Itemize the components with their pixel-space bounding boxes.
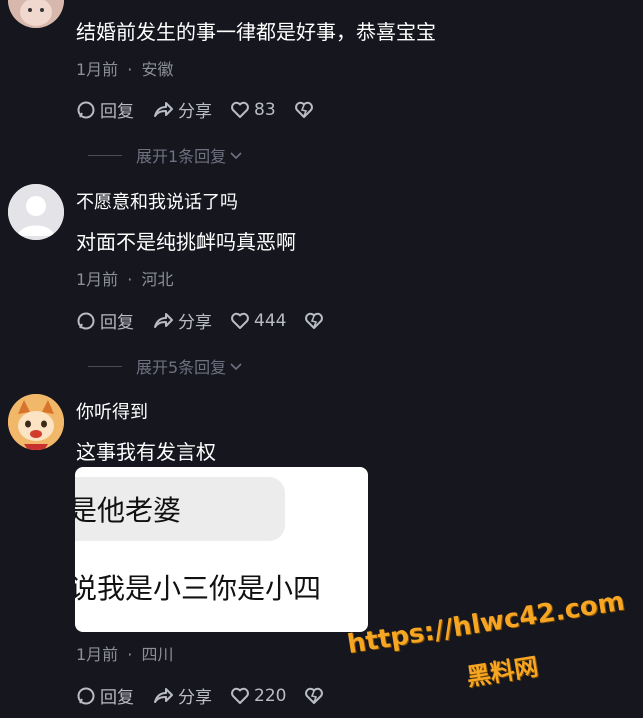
share-label: 分享 <box>178 313 212 333</box>
meta-separator: · <box>127 645 133 664</box>
comment-actions: 回复 分享 220 <box>76 683 346 708</box>
reply-label: 回复 <box>100 313 134 333</box>
comment-icon <box>77 312 95 329</box>
dislike-heart-icon <box>294 101 313 118</box>
share-button[interactable]: 分享 <box>152 97 212 122</box>
comment-meta: 1月前 · 河北 <box>76 266 173 290</box>
comment-location: 安徽 <box>141 60 174 79</box>
share-icon <box>154 687 173 703</box>
share-icon <box>154 312 173 328</box>
dislike-heart-icon <box>305 687 324 704</box>
comment-icon <box>77 101 95 118</box>
reply-button[interactable]: 回复 <box>76 683 134 708</box>
comment-text: 结婚前发生的事一律都是好事，恭喜宝宝 <box>76 20 436 44</box>
expand-replies-button[interactable]: 展开1条回复 <box>88 143 244 167</box>
comment-text: 这事我有发言权 <box>76 440 216 464</box>
dislike-button[interactable] <box>304 686 328 706</box>
share-label: 分享 <box>178 688 212 708</box>
avatar-comment-2[interactable] <box>8 184 64 240</box>
share-label: 分享 <box>178 102 212 122</box>
like-count: 444 <box>254 310 287 331</box>
heart-icon <box>231 312 249 329</box>
comment-username[interactable]: 你听得到 <box>76 398 148 424</box>
reply-label: 回复 <box>100 688 134 708</box>
comment-actions: 回复 分享 83 <box>76 97 336 122</box>
share-button[interactable]: 分享 <box>152 308 212 333</box>
comment-image[interactable]: 是他老婆 说我是小三你是小四 <box>75 467 368 632</box>
like-button[interactable]: 83 <box>230 100 276 120</box>
cartoon-cat-avatar-icon <box>8 394 64 450</box>
dislike-heart-icon <box>305 312 324 329</box>
avatar-comment-1[interactable] <box>8 0 64 28</box>
divider-line <box>88 154 122 156</box>
reply-button[interactable]: 回复 <box>76 308 134 333</box>
comment-meta: 1月前 · 四川 <box>76 641 173 665</box>
comment-text: 对面不是纯挑衅吗真恶啊 <box>76 230 296 254</box>
avatar-comment-3[interactable] <box>8 394 64 450</box>
comment-location: 四川 <box>141 645 174 664</box>
reply-label: 回复 <box>100 102 134 122</box>
chevron-down-icon <box>230 363 242 371</box>
comment-actions: 回复 分享 444 <box>76 308 346 333</box>
comment-username[interactable]: 不愿意和我说话了吗 <box>76 188 238 214</box>
avatar-image <box>8 0 64 28</box>
share-button[interactable]: 分享 <box>152 683 212 708</box>
divider-line <box>88 365 122 367</box>
image-line-2: 说我是小三你是小四 <box>75 572 322 605</box>
like-button[interactable]: 444 <box>230 311 286 331</box>
comment-location: 河北 <box>141 270 174 289</box>
expand-label: 展开5条回复 <box>136 358 227 377</box>
heart-icon <box>231 687 249 704</box>
dislike-button[interactable] <box>304 311 328 331</box>
watermark-url: https://hlwc42.com <box>345 586 627 660</box>
expand-replies-button[interactable]: 展开5条回复 <box>88 354 244 378</box>
comment-icon <box>77 687 95 704</box>
comment-time: 1月前 <box>76 60 119 79</box>
default-avatar-icon <box>8 184 64 240</box>
heart-icon <box>231 101 249 118</box>
chevron-down-icon <box>230 152 242 160</box>
meta-separator: · <box>127 60 133 79</box>
share-icon <box>154 101 173 117</box>
comment-time: 1月前 <box>76 270 119 289</box>
dislike-button[interactable] <box>294 100 318 120</box>
expand-label: 展开1条回复 <box>136 147 227 166</box>
like-count: 83 <box>254 99 276 120</box>
image-line-1: 是他老婆 <box>75 494 182 527</box>
watermark-site-name: 黑料网 <box>464 652 541 692</box>
comment-meta: 1月前 · 安徽 <box>76 56 173 80</box>
image-chat-bubble: 是他老婆 <box>75 477 285 541</box>
meta-separator: · <box>127 270 133 289</box>
like-count: 220 <box>254 685 287 706</box>
like-button[interactable]: 220 <box>230 686 286 706</box>
comment-time: 1月前 <box>76 645 119 664</box>
reply-button[interactable]: 回复 <box>76 97 134 122</box>
